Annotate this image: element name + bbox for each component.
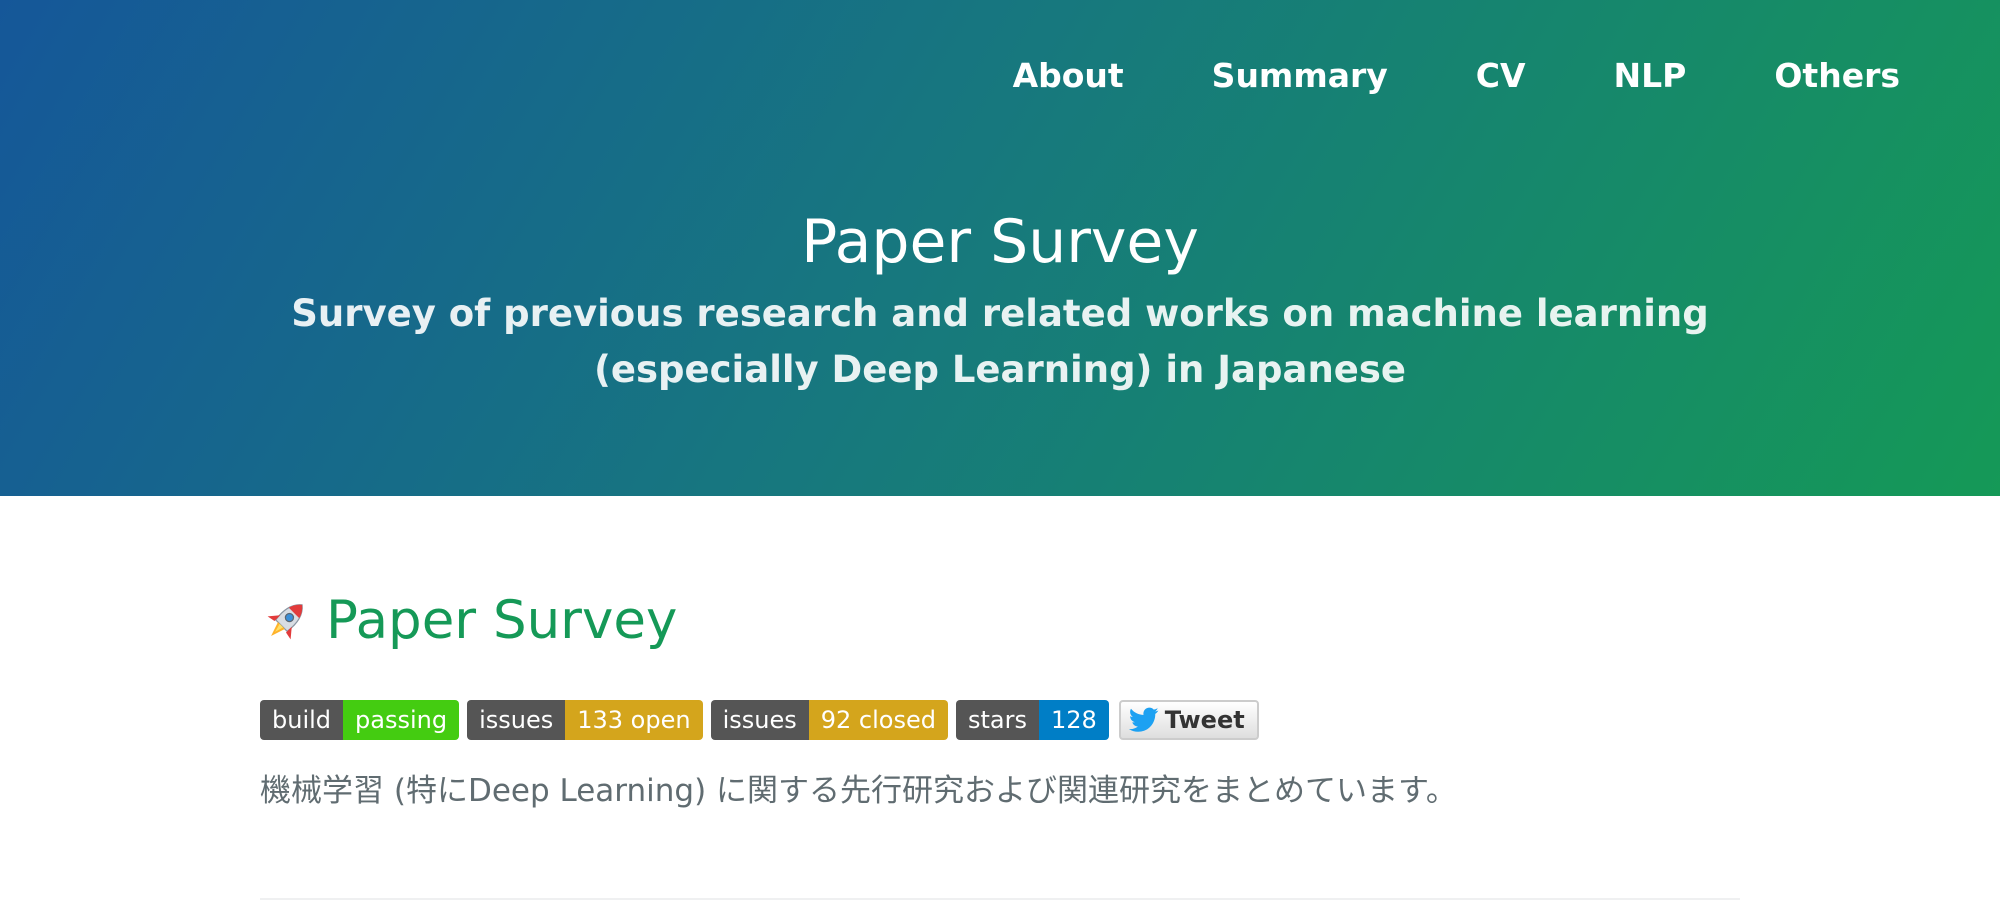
stars-badge[interactable]: stars 128 [955,700,1109,740]
badge-label: stars [955,700,1039,740]
rocket-icon [267,604,303,640]
open-issues-badge[interactable]: issues 133 open [467,700,703,740]
tweet-button[interactable]: Tweet [1118,700,1259,740]
badge-value: 128 [1038,700,1109,740]
badge-value: 133 open [565,700,703,740]
project-description: 機械学習 (特にDeep Learning) に関する先行研究および関連研究をま… [260,773,1457,809]
badge-label: build [260,700,344,740]
page-header: About Summary CV NLP Others Paper Survey… [0,0,2000,496]
badge-label: issues [710,700,809,740]
nav-link-cv[interactable]: CV [1432,52,1570,100]
nav-link-nlp[interactable]: NLP [1570,52,1731,100]
closed-issues-badge[interactable]: issues 92 closed [710,700,948,740]
badge-row: build passing issues 133 open issues 92 … [260,700,1259,740]
badge-label: issues [467,700,566,740]
content-heading-text: Paper Survey [326,590,678,651]
top-nav: About Summary CV NLP Others [969,52,1900,100]
nav-link-summary[interactable]: Summary [1168,52,1432,100]
badge-value: 92 closed [808,700,948,740]
content-heading: Paper Survey [260,588,677,654]
nav-link-others[interactable]: Others [1730,52,1900,100]
project-tagline: Survey of previous research and related … [291,292,1709,391]
build-badge[interactable]: build passing [260,700,460,740]
tweet-label: Tweet [1164,706,1245,734]
project-name: Paper Survey [801,207,1199,277]
badge-value: passing [343,700,460,740]
twitter-bird-icon [1128,707,1159,732]
nav-link-about[interactable]: About [969,52,1168,100]
